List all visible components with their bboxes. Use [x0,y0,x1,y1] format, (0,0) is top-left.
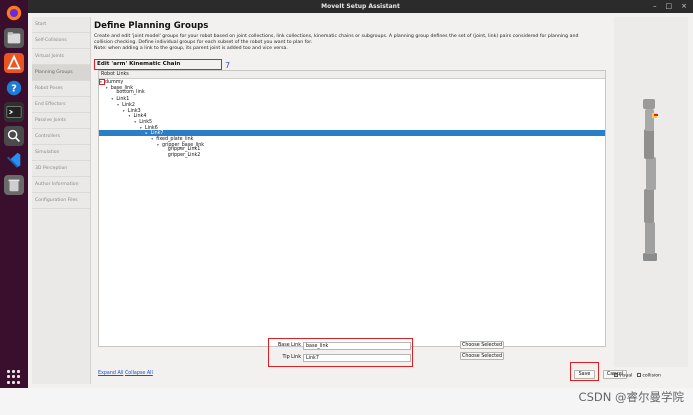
collision-checkbox[interactable] [637,373,642,377]
robot-arm-render [643,99,658,261]
base-link-input[interactable]: base_link [303,342,411,350]
sidebar-item-self-collisions[interactable]: Self-Collisions [32,33,90,49]
sidebar-item-robot-poses[interactable]: Robot Poses [32,81,90,97]
sidebar-item-controllers[interactable]: Controllers [32,129,90,145]
visual-option[interactable]: ✓visual [614,373,632,379]
tip-link-label: Tip Link [282,355,301,360]
robot-links-tree[interactable]: Robot Links ▾ dummy ▾ base_link bottom_link ▾… [98,70,606,347]
sidebar-item-end-effectors[interactable]: End Effectors [32,97,90,113]
sidebar-item-virtual-joints[interactable]: Virtual Joints [32,49,90,65]
robot-link [644,189,654,223]
tree-row[interactable]: gripper_Link2 [99,153,605,159]
edit-chain-label: Edit 'arm' Kinematic Chain [94,59,222,70]
robot-link [645,109,654,131]
titlebar: MoveIt Setup Assistant – □ × [28,0,693,13]
collision-option[interactable]: collision [637,373,661,379]
tree-row-content: gripper_Link1 [99,147,201,153]
tree-node-label: gripper_Link2 [167,153,201,159]
expand-all-link[interactable]: Expand All [98,371,123,376]
tree-node-label: gripper_Link1 [167,147,201,153]
robot-base [643,253,657,261]
robot-link [645,222,655,254]
search-icon[interactable] [4,126,24,146]
ubuntu-dock: ? [0,0,28,388]
tree-row-content: bottom_link [99,90,145,96]
page-description: Create and edit 'joint model' groups for… [94,34,600,52]
vscode-icon[interactable] [4,150,24,170]
robot-gripper [643,99,655,109]
robot-link [644,129,654,159]
collapse-all-link[interactable]: Collapse All [125,371,153,376]
description-line: Note: when adding a link to the group, i… [94,46,288,51]
chain-links-box: Base Link base_link Tip Link Link7 [268,338,413,367]
tree-node-label: bottom_link [116,90,145,96]
sidebar-item-author-information[interactable]: Author Information [32,177,90,193]
svg-text:?: ? [11,84,17,95]
trash-icon[interactable] [4,175,24,195]
base-link-label: Base Link [277,343,301,348]
view-options: ✓visual collision [614,373,661,379]
terminal-icon[interactable] [4,102,24,122]
software-icon[interactable] [4,53,24,73]
window-title: MoveIt Setup Assistant [321,3,400,10]
sidebar-item-3d-perception[interactable]: 3D Perception [32,161,90,177]
dummy-highlight-box [99,79,105,85]
sidebar-item-start[interactable]: Start [32,17,90,33]
collision-label: collision [642,373,661,379]
tree-header: Robot Links [99,71,605,79]
minimize-icon[interactable]: – [653,2,657,11]
sidebar-item-simulation[interactable]: Simulation [32,145,90,161]
firefox-icon[interactable] [4,3,24,23]
save-button[interactable]: Save [574,370,595,379]
tree-footer-links: Expand All Collapse All [98,371,153,376]
page-title: Define Planning Groups [94,21,209,31]
tip-link-row: Tip Link Link7 [269,354,412,363]
annotation-number: 7 [225,61,231,70]
sidebar-item-configuration-files[interactable]: Configuration Files [32,193,90,209]
apps-grid-icon[interactable] [7,370,21,384]
close-icon[interactable]: × [681,2,687,11]
tree-row-content: gripper_Link2 [99,153,201,159]
wizard-sidebar: Start Self-Collisions Virtual Joints Pla… [32,17,91,384]
visual-label: visual [619,373,633,379]
watermark: CSDN @睿尔曼学院 [578,390,684,404]
choose-selected-base-button[interactable]: Choose Selected [460,341,504,349]
maximize-icon[interactable]: □ [666,2,673,11]
robot-link [646,157,656,190]
help-icon[interactable]: ? [4,78,24,98]
main-panel: Define Planning Groups Create and edit '… [94,17,627,384]
tip-link-input[interactable]: Link7 [303,354,411,362]
visual-checkbox[interactable]: ✓ [614,373,618,377]
sidebar-item-passive-joints[interactable]: Passive Joints [32,113,90,129]
files-icon[interactable] [4,28,24,48]
robot-marker [654,114,658,116]
sidebar-item-planning-groups[interactable]: Planning Groups [32,65,90,81]
choose-selected-tip-button[interactable]: Choose Selected [460,352,504,360]
base-link-row: Base Link base_link [269,342,412,351]
robot-3d-view[interactable] [614,17,688,367]
setup-assistant-window: MoveIt Setup Assistant – □ × Start Self-… [28,0,693,388]
